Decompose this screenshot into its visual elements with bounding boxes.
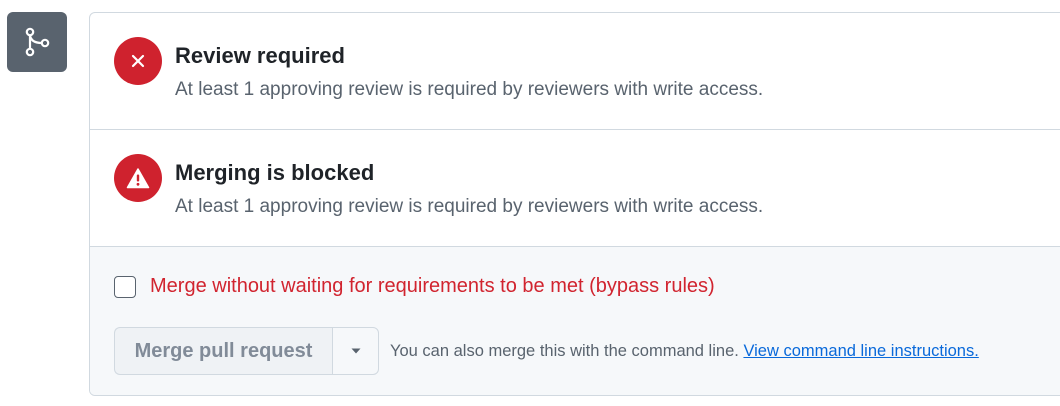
review-required-description: At least 1 approving review is required … [175, 79, 764, 100]
review-required-section: Review required At least 1 approving rev… [90, 13, 1060, 129]
bypass-option[interactable]: Merge without waiting for requirements t… [114, 275, 715, 298]
command-line-instructions-link[interactable]: View command line instructions. [743, 342, 978, 360]
merging-blocked-title: Merging is blocked [175, 160, 375, 185]
bypass-label[interactable]: Merge without waiting for requirements t… [150, 275, 715, 298]
merge-icon-tile [7, 12, 67, 72]
command-line-hint: You can also merge this with the command… [390, 342, 979, 361]
review-status-badge [114, 37, 162, 85]
triangle-down-icon [351, 348, 360, 354]
merge-pull-request-button[interactable]: Merge pull request [114, 327, 332, 375]
merge-button-group: Merge pull request [114, 327, 379, 375]
command-line-hint-text: You can also merge this with the command… [390, 342, 739, 360]
review-required-title: Review required [175, 43, 345, 68]
merge-options-dropdown-button[interactable] [332, 327, 379, 375]
git-merge-icon [25, 27, 50, 57]
merge-box: Review required At least 1 approving rev… [89, 12, 1060, 396]
alert-icon [126, 168, 150, 189]
x-icon [131, 54, 145, 68]
merging-blocked-description: At least 1 approving review is required … [175, 196, 764, 217]
bypass-checkbox[interactable] [114, 275, 136, 298]
merge-actions-section: Merge without waiting for requirements t… [90, 246, 1060, 395]
blocked-status-badge [114, 154, 162, 202]
merging-blocked-section: Merging is blocked At least 1 approving … [90, 129, 1060, 247]
